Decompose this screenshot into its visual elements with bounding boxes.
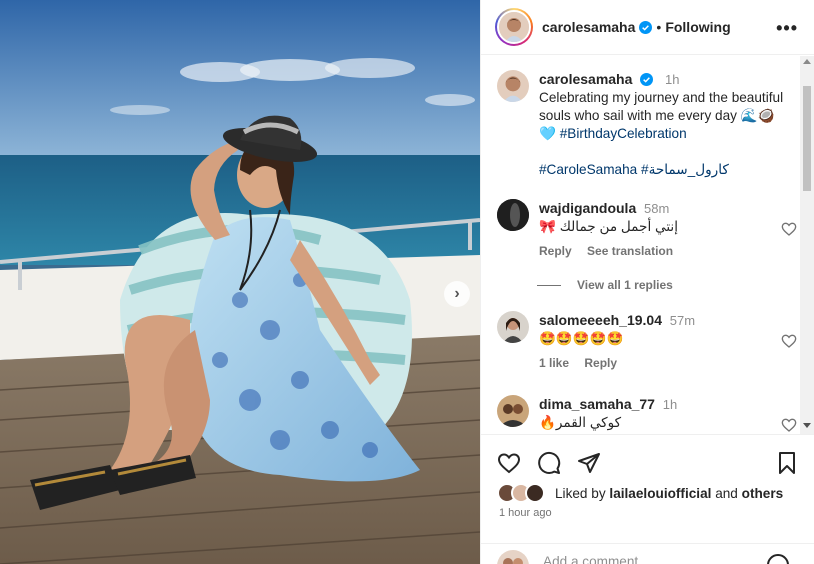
following-button[interactable]: Following — [665, 19, 730, 35]
liker-avatar — [525, 483, 545, 503]
liked-by-user[interactable]: lailaelouiofficial — [609, 486, 711, 501]
comment-icon[interactable] — [537, 451, 561, 475]
view-replies-button[interactable]: View all 1 replies — [537, 278, 673, 292]
reply-button[interactable]: Reply — [539, 244, 572, 258]
scrollbar-thumb[interactable] — [803, 86, 811, 191]
save-bookmark-icon[interactable] — [775, 451, 799, 475]
verified-badge-icon — [640, 73, 654, 86]
comment-time: 58m — [644, 201, 670, 216]
next-photo-button[interactable]: › — [444, 281, 470, 307]
see-translation-button[interactable]: See translation — [587, 244, 673, 258]
posted-time: 1 hour ago — [499, 507, 552, 519]
like-comment-heart-icon[interactable] — [781, 221, 797, 237]
like-comment-heart-icon[interactable] — [781, 417, 797, 433]
liked-by-row[interactable]: Liked by lailaelouiofficial and others — [497, 483, 783, 503]
scroll-down-arrow-icon[interactable] — [803, 423, 811, 428]
more-horizontal-icon[interactable]: ••• — [776, 18, 798, 39]
comment-likes[interactable]: 1 like — [539, 356, 569, 370]
post-photo[interactable]: › — [0, 0, 480, 564]
add-comment-bar: Add a comment... — [481, 543, 814, 564]
comments-scrollbar[interactable] — [800, 56, 814, 434]
comment-text: كوكي القمر🔥 — [539, 415, 622, 430]
liked-by-and: and — [715, 485, 738, 501]
comments-list[interactable]: carolesamaha 1h Celebrating my journey a… — [481, 56, 801, 434]
post-actions: Liked by lailaelouiofficial and others 1… — [481, 434, 814, 564]
comment-username[interactable]: dima_samaha_77 — [539, 396, 655, 412]
post-detail-panel: carolesamaha • Following ••• carolesamah… — [480, 0, 814, 564]
comment-username[interactable]: wajdigandoula — [539, 200, 636, 216]
liked-by-avatars — [497, 483, 549, 503]
commenter-avatar[interactable] — [497, 395, 529, 427]
caption-time: 1h — [664, 72, 680, 87]
current-user-avatar — [497, 550, 529, 564]
post-caption: carolesamaha 1h Celebrating my journey a… — [497, 70, 787, 179]
comment-text: إنتي أجمل من جمالك 🎀 — [539, 219, 678, 234]
reply-button[interactable]: Reply — [584, 356, 617, 370]
header-username[interactable]: carolesamaha — [542, 19, 635, 35]
commenter-avatar[interactable] — [497, 199, 529, 231]
hashtag-birthday[interactable]: #BirthdayCelebration — [560, 126, 687, 141]
post-image — [0, 0, 480, 564]
liked-by-prefix: Liked by — [555, 485, 606, 501]
post-header: carolesamaha • Following ••• — [481, 0, 814, 55]
view-replies-label: View all 1 replies — [577, 278, 673, 292]
commenter-avatar[interactable] — [497, 311, 529, 343]
comment-username[interactable]: salomeeeeh_19.04 — [539, 312, 662, 328]
verified-badge-icon — [639, 20, 653, 34]
comment-item: dima_samaha_77 1h كوكي القمر🔥 — [497, 395, 797, 432]
comment-item: wajdigandoula 58m إنتي أجمل من جمالك 🎀 R… — [497, 199, 797, 260]
scroll-up-arrow-icon[interactable] — [803, 59, 811, 64]
author-avatar[interactable] — [495, 8, 533, 46]
like-heart-icon[interactable] — [497, 451, 521, 475]
replies-divider — [537, 284, 561, 286]
comment-time: 1h — [662, 397, 678, 412]
separator-dot: • — [656, 19, 662, 35]
like-comment-heart-icon[interactable] — [781, 333, 797, 349]
emoji-picker-icon[interactable] — [767, 554, 789, 564]
comment-text: 🤩🤩🤩🤩🤩 — [539, 331, 624, 346]
add-comment-input[interactable]: Add a comment... — [543, 554, 650, 564]
liked-by-others[interactable]: others — [742, 486, 784, 501]
comment-time: 57m — [669, 313, 696, 328]
comment-item: salomeeeeh_19.04 57m 🤩🤩🤩🤩🤩 1 like Reply — [497, 311, 797, 372]
hashtag-carolesamaha[interactable]: #CaroleSamaha — [539, 162, 637, 177]
share-icon[interactable] — [577, 451, 601, 475]
hashtag-arabic[interactable]: #كارول_سماحة — [641, 162, 729, 177]
caption-avatar[interactable] — [497, 70, 529, 102]
caption-username[interactable]: carolesamaha — [539, 71, 632, 87]
